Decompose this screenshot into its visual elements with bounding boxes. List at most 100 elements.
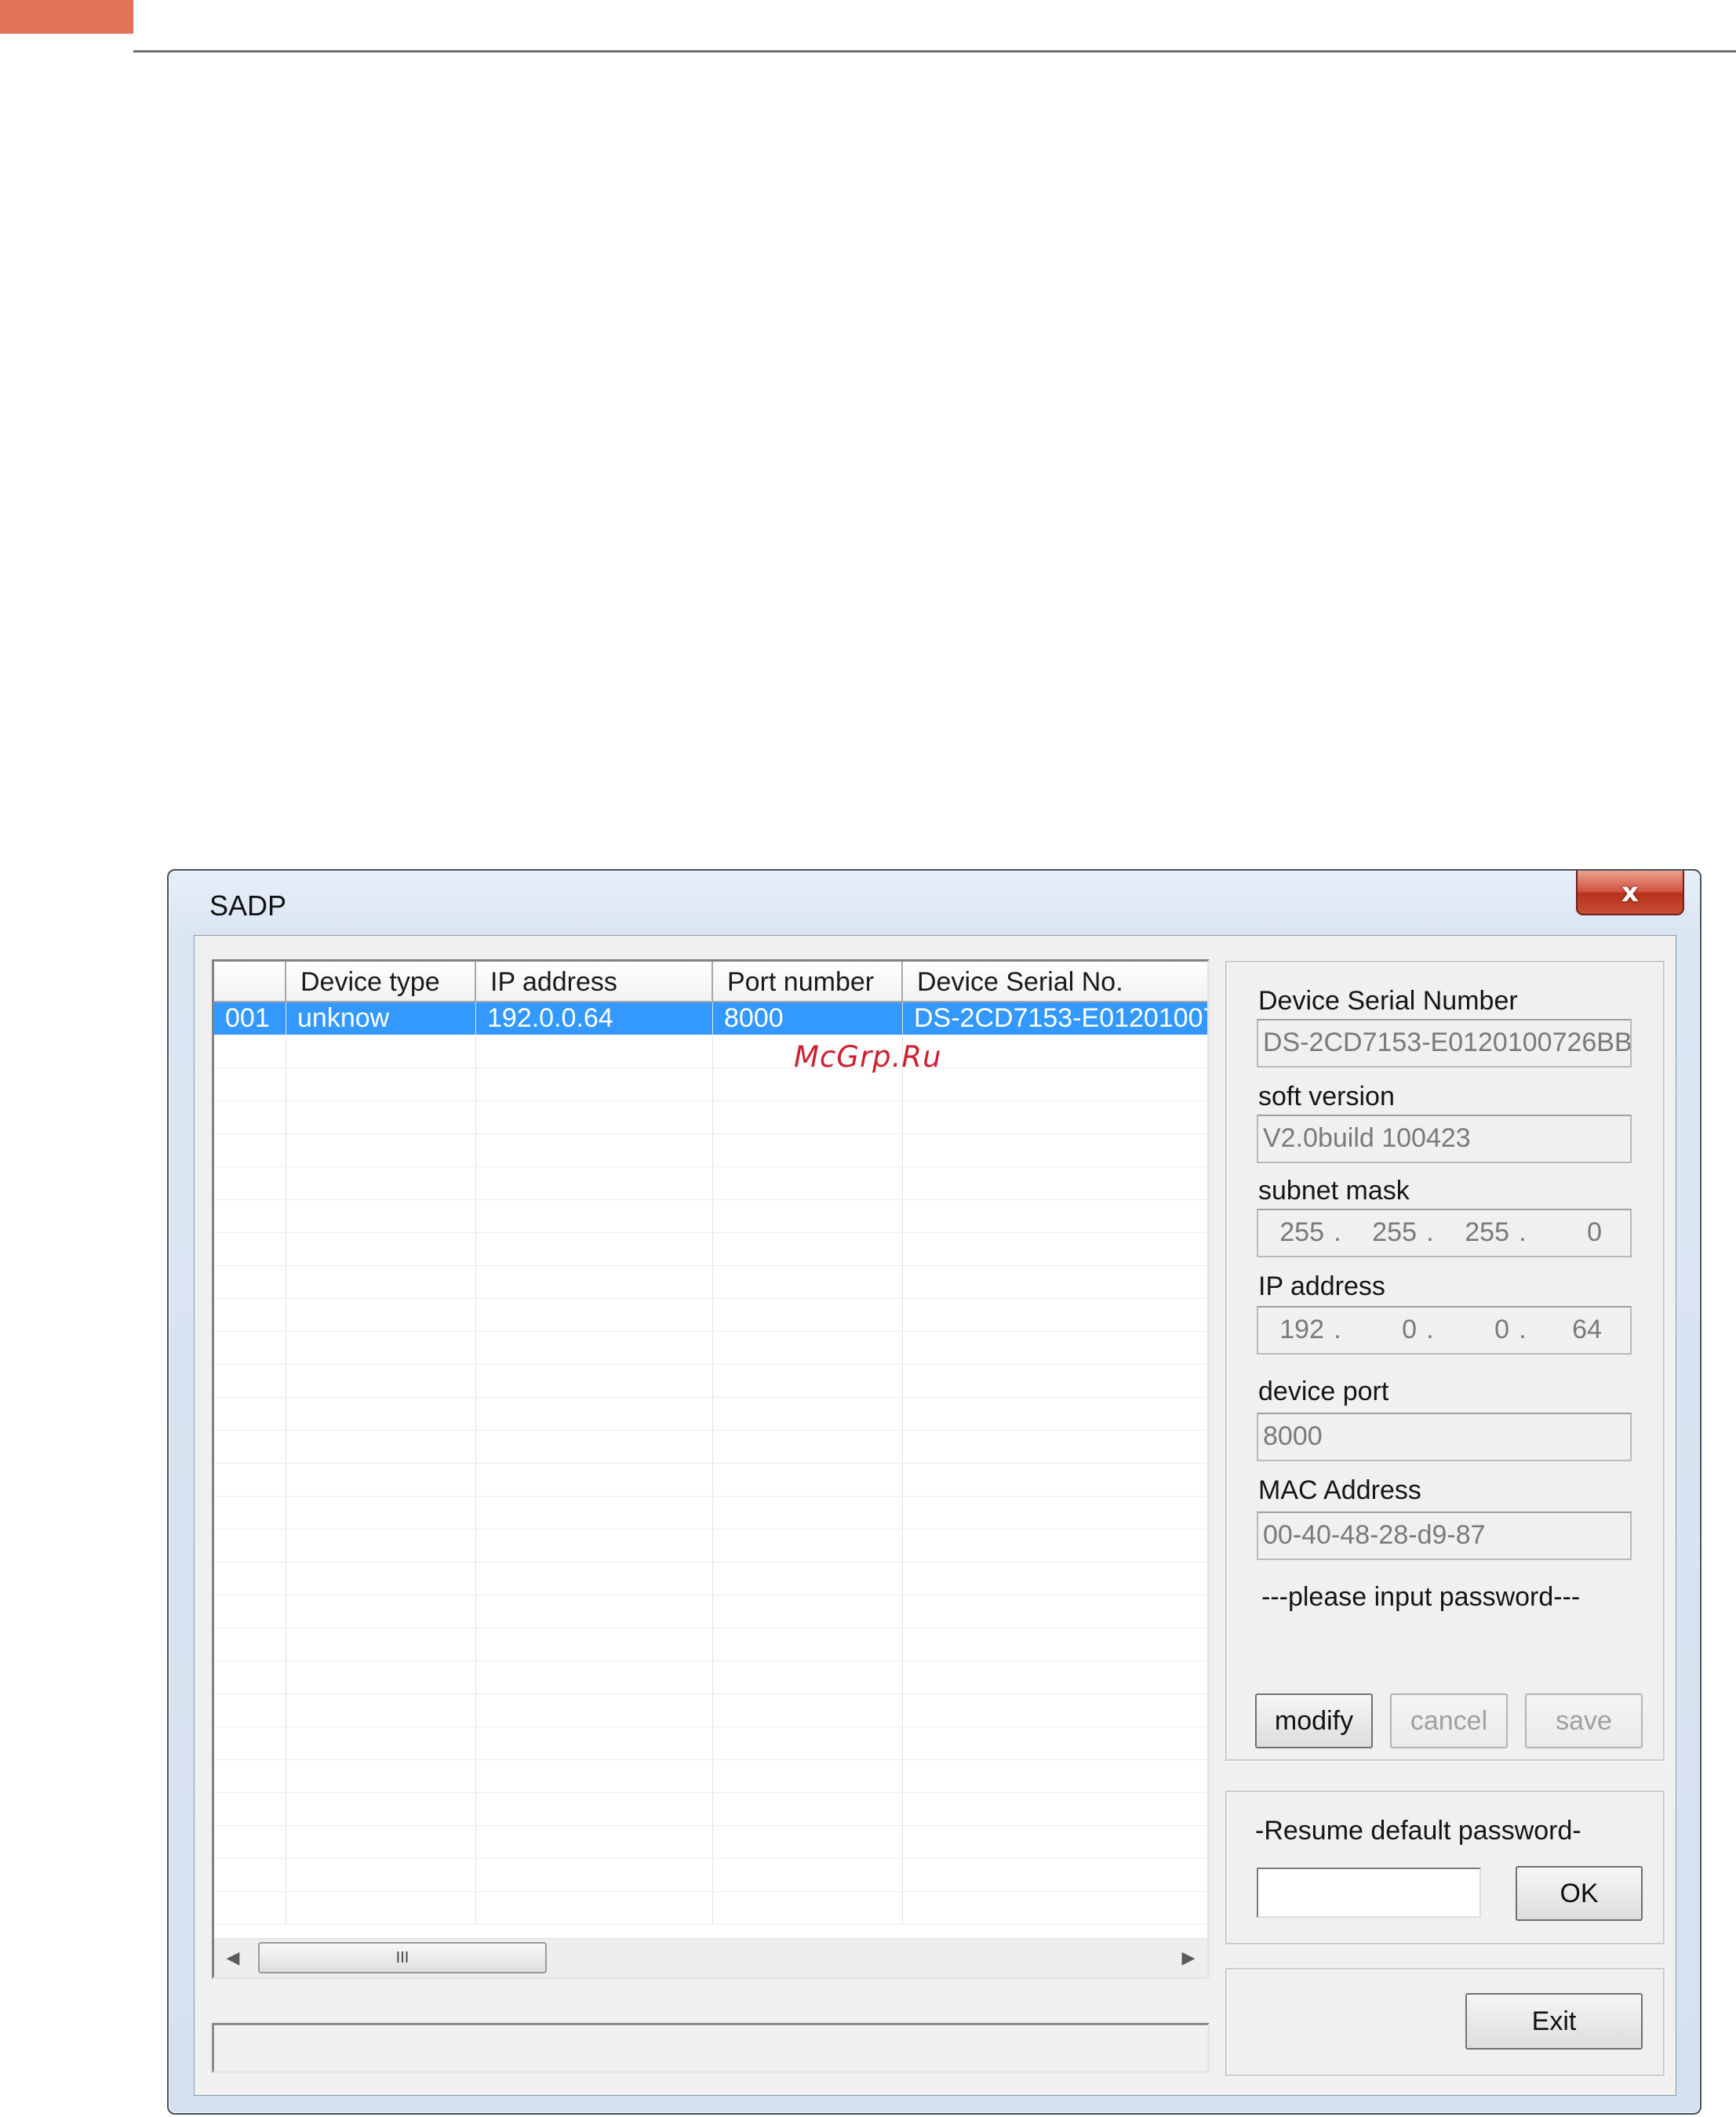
scroll-thumb[interactable]: III	[258, 1942, 547, 1973]
device-port-field[interactable]: 8000	[1257, 1413, 1632, 1461]
empty-cell	[286, 1464, 476, 1496]
empty-cell	[903, 1299, 1207, 1331]
empty-row[interactable]	[214, 1134, 1207, 1167]
empty-row[interactable]	[214, 1068, 1207, 1101]
empty-cell	[713, 1398, 903, 1430]
empty-cell	[214, 1562, 286, 1595]
empty-row[interactable]	[214, 1694, 1207, 1727]
resume-password-input[interactable]	[1257, 1868, 1481, 1918]
empty-cell	[713, 1266, 903, 1298]
empty-row[interactable]	[214, 1595, 1207, 1628]
device-serial: DS-2CD7153-E0120100726BBR	[903, 1002, 1207, 1035]
empty-row[interactable]	[214, 1727, 1207, 1760]
empty-cell	[476, 1859, 713, 1891]
mac-address-field[interactable]: 00-40-48-28-d9-87	[1257, 1511, 1632, 1560]
empty-row[interactable]	[214, 1200, 1207, 1233]
empty-row[interactable]	[214, 1035, 1207, 1068]
empty-cell	[476, 1101, 713, 1133]
empty-cell	[713, 1562, 903, 1595]
empty-row[interactable]	[214, 1464, 1207, 1497]
empty-cell	[903, 1892, 1207, 1924]
empty-cell	[713, 1628, 903, 1660]
empty-cell	[214, 1431, 286, 1463]
scroll-left-icon[interactable]: ◀	[214, 1939, 252, 1977]
empty-cell	[286, 1661, 476, 1693]
empty-cell	[903, 1628, 1207, 1660]
ip-address-field[interactable]: 192 . 0 . 0 . 64	[1257, 1306, 1632, 1355]
empty-row[interactable]	[214, 1365, 1207, 1398]
empty-cell	[713, 1661, 903, 1693]
empty-cell	[214, 1398, 286, 1430]
empty-cell	[713, 1530, 903, 1562]
empty-row[interactable]	[214, 1793, 1207, 1826]
mac-address-label: MAC Address	[1258, 1475, 1421, 1505]
empty-cell	[476, 1694, 713, 1726]
empty-cell	[476, 1661, 713, 1693]
empty-cell	[713, 1793, 903, 1825]
empty-row[interactable]	[214, 1233, 1207, 1266]
empty-row[interactable]	[214, 1892, 1207, 1925]
empty-cell	[713, 1497, 903, 1529]
empty-row[interactable]	[214, 1497, 1207, 1530]
subnet-mask-field[interactable]: 255 . 255 . 255 . 0	[1257, 1209, 1632, 1257]
device-row[interactable]: 001 unknow 192.0.0.64 8000 DS-2CD7153-E0…	[214, 1002, 1207, 1035]
empty-row[interactable]	[214, 1332, 1207, 1365]
empty-row[interactable]	[214, 1431, 1207, 1464]
empty-cell	[903, 1134, 1207, 1166]
empty-row[interactable]	[214, 1628, 1207, 1661]
empty-cell	[286, 1760, 476, 1792]
title-bar[interactable]: SADP x	[169, 871, 1700, 935]
empty-cell	[476, 1497, 713, 1529]
soft-version-field[interactable]: V2.0build 100423	[1257, 1115, 1632, 1163]
column-header-serial-no[interactable]: Device Serial No.	[903, 962, 1207, 1002]
save-button[interactable]: save	[1525, 1693, 1643, 1748]
empty-cell	[214, 1530, 286, 1562]
empty-row[interactable]	[214, 1299, 1207, 1332]
empty-cell	[903, 1200, 1207, 1232]
empty-cell	[903, 1595, 1207, 1628]
ip-octet-1: 192	[1279, 1315, 1324, 1344]
window-title: SADP	[209, 889, 287, 922]
close-button[interactable]: x	[1576, 871, 1684, 915]
password-prompt: ---please input password---	[1261, 1582, 1581, 1612]
modify-button[interactable]: modify	[1255, 1693, 1373, 1748]
empty-cell	[713, 1727, 903, 1759]
octet-separator: .	[1426, 1315, 1434, 1344]
cancel-button[interactable]: cancel	[1390, 1693, 1508, 1748]
empty-row[interactable]	[214, 1859, 1207, 1892]
empty-cell	[214, 1200, 286, 1232]
empty-cell	[286, 1068, 476, 1100]
column-header-port-number[interactable]: Port number	[713, 962, 903, 1002]
empty-row[interactable]	[214, 1530, 1207, 1562]
empty-cell	[903, 1562, 1207, 1595]
subnet-mask-label: subnet mask	[1258, 1176, 1410, 1206]
empty-cell	[286, 1233, 476, 1265]
device-list[interactable]: Device type IP address Port number Devic…	[212, 959, 1210, 1979]
empty-cell	[214, 1332, 286, 1364]
empty-cell	[713, 1332, 903, 1364]
ok-button[interactable]: OK	[1516, 1866, 1643, 1921]
exit-button[interactable]: Exit	[1465, 1993, 1643, 2050]
empty-cell	[214, 1068, 286, 1100]
empty-row[interactable]	[214, 1101, 1207, 1134]
scroll-right-icon[interactable]: ▶	[1170, 1939, 1207, 1977]
empty-cell	[286, 1628, 476, 1660]
empty-row[interactable]	[214, 1167, 1207, 1200]
empty-cell	[476, 1431, 713, 1463]
empty-row[interactable]	[214, 1398, 1207, 1431]
empty-cell	[476, 1826, 713, 1858]
device-ip: 192.0.0.64	[476, 1002, 713, 1035]
column-header-ip-address[interactable]: IP address	[476, 962, 713, 1002]
empty-cell	[476, 1068, 713, 1100]
empty-row[interactable]	[214, 1661, 1207, 1694]
empty-cell	[286, 1101, 476, 1133]
column-header-device-type[interactable]: Device type	[286, 962, 476, 1002]
empty-row[interactable]	[214, 1826, 1207, 1859]
empty-row[interactable]	[214, 1266, 1207, 1299]
serial-number-field[interactable]: DS-2CD7153-E0120100726BBR	[1257, 1019, 1632, 1068]
empty-row[interactable]	[214, 1760, 1207, 1793]
empty-row[interactable]	[214, 1562, 1207, 1595]
column-header-index[interactable]	[214, 962, 286, 1002]
horizontal-scrollbar[interactable]: ◀ III ▶	[214, 1938, 1207, 1977]
empty-cell	[903, 1266, 1207, 1298]
